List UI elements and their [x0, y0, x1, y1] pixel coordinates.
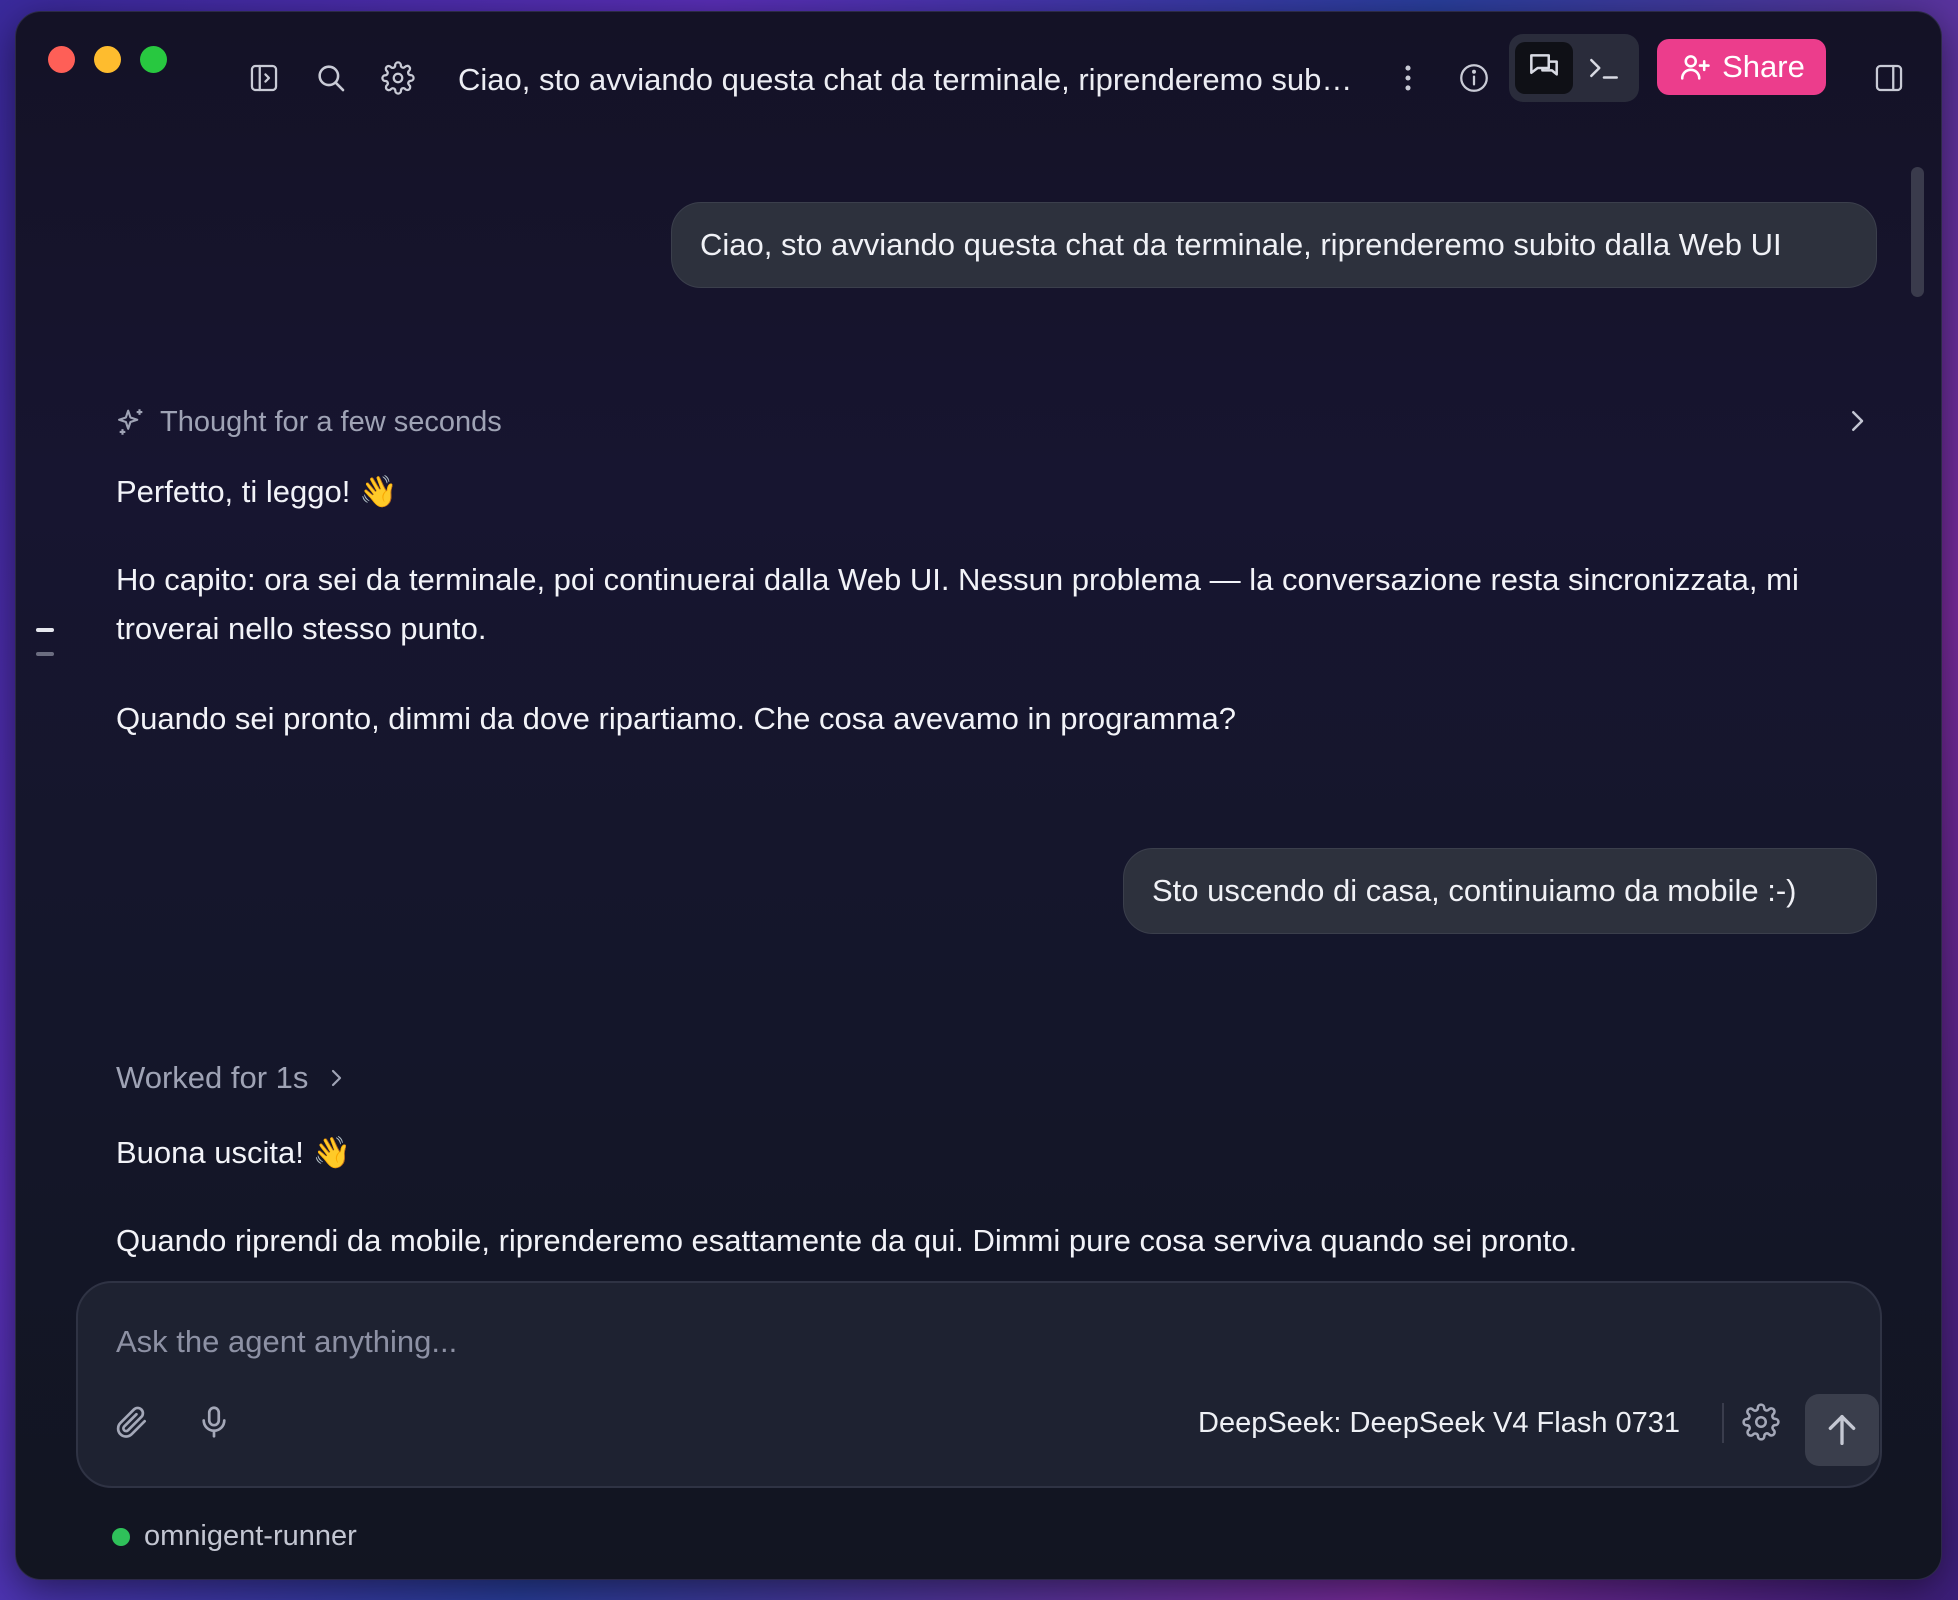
composer-divider: [1722, 1403, 1724, 1443]
app-window: Ciao, sto avviando questa chat da termin…: [15, 11, 1942, 1580]
microphone-icon[interactable]: [190, 1398, 238, 1446]
message-input[interactable]: [114, 1317, 1818, 1367]
thought-disclosure[interactable]: Thought for a few seconds: [114, 398, 1884, 446]
edge-indicator: [36, 628, 54, 632]
chat-scrollbar[interactable]: [1911, 167, 1924, 297]
chevron-right-icon: [332, 1069, 342, 1087]
worked-label: Worked for 1s: [116, 1060, 309, 1095]
user-message: Ciao, sto avviando questa chat da termin…: [671, 202, 1877, 288]
share-button[interactable]: Share: [1657, 39, 1826, 95]
edge-indicator: [36, 652, 54, 656]
send-button[interactable]: [1805, 1394, 1879, 1466]
conversation-title: Ciao, sto avviando questa chat da termin…: [458, 62, 1358, 97]
worked-disclosure[interactable]: Worked for 1s: [116, 1054, 348, 1102]
maximize-window-button[interactable]: [140, 46, 167, 73]
assistant-paragraph: Ho capito: ora sei da terminale, poi con…: [116, 562, 1799, 646]
chat-view-button[interactable]: [1515, 42, 1573, 94]
runner-status: omnigent-runner: [112, 1520, 357, 1553]
assistant-paragraph: Quando riprendi da mobile, riprenderemo …: [116, 1223, 1578, 1258]
assistant-paragraph: Buona uscita! 👋: [116, 1135, 352, 1170]
status-dot: [112, 1527, 130, 1546]
title-bar: Ciao, sto avviando questa chat da termin…: [16, 12, 1941, 132]
terminal-view-button[interactable]: [1575, 42, 1633, 94]
sparkle-icon: [118, 409, 143, 435]
assistant-paragraph: Perfetto, ti leggo! 👋: [116, 474, 398, 509]
chat-bubbles-icon: [1530, 54, 1558, 76]
gear-icon[interactable]: [1737, 1398, 1785, 1446]
paperclip-icon[interactable]: [108, 1398, 156, 1446]
thought-label: Thought for a few seconds: [160, 405, 502, 438]
search-icon[interactable]: [309, 56, 353, 100]
arrow-up-icon: [1828, 1415, 1856, 1445]
assistant-paragraph: Quando sei pronto, dimmi da dove riparti…: [116, 701, 1236, 736]
message-composer: DeepSeek: DeepSeek V4 Flash 0731: [76, 1281, 1882, 1488]
model-selector[interactable]: DeepSeek: DeepSeek V4 Flash 0731: [1198, 1403, 1680, 1443]
info-icon[interactable]: [1452, 56, 1496, 100]
gear-icon[interactable]: [376, 56, 420, 100]
share-label: Share: [1722, 49, 1805, 84]
runner-name: omnigent-runner: [144, 1520, 357, 1552]
chevron-right-icon: [1852, 411, 1864, 431]
right-panel-icon[interactable]: [1867, 56, 1911, 100]
close-window-button[interactable]: [48, 46, 75, 73]
user-message: Sto uscendo di casa, continuiamo da mobi…: [1123, 848, 1877, 934]
minimize-window-button[interactable]: [94, 46, 121, 73]
view-mode-switch: [1509, 34, 1639, 102]
sidebar-toggle-icon[interactable]: [242, 56, 286, 100]
terminal-icon: [1590, 58, 1618, 79]
more-vertical-icon[interactable]: [1386, 56, 1430, 100]
user-plus-icon: [1681, 55, 1710, 80]
